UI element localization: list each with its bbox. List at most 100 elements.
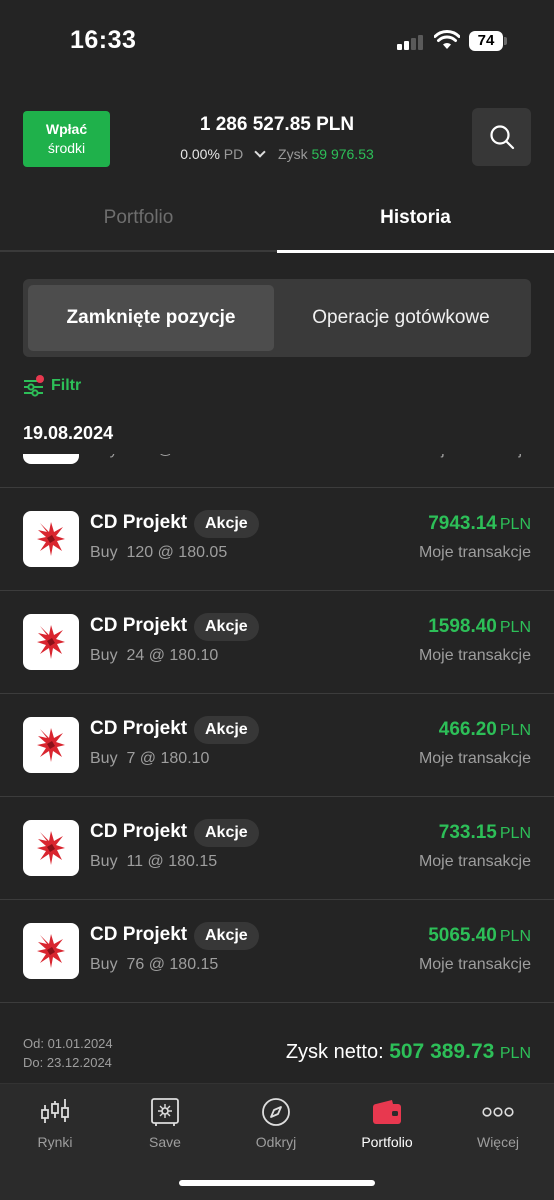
transaction-row[interactable]: CD Projekt Akcje Buy 24 @ 180.10 1598.40… bbox=[0, 591, 554, 694]
safe-icon bbox=[151, 1098, 179, 1126]
cd-projekt-logo bbox=[23, 717, 79, 773]
balance-summary[interactable]: 0.00% PD Zysk 59 976.53 bbox=[130, 146, 424, 162]
trade-detail: Buy 120 @ 180.05 bbox=[90, 544, 228, 561]
transaction-row[interactable]: CD Projekt Akcje Buy 120 @ 180.05 7943.1… bbox=[0, 488, 554, 591]
deposit-label-line1: Wpłać bbox=[45, 121, 88, 137]
trade-detail: Buy 130 @ 180.00 bbox=[90, 454, 227, 459]
nav-odkryj[interactable]: Odkryj bbox=[221, 1094, 331, 1150]
date-range: Od: 01.01.2024 Do: 23.12.2024 bbox=[23, 1034, 113, 1072]
asset-type-badge: Akcje bbox=[194, 922, 259, 950]
trade-source: Moje transakcje bbox=[419, 454, 531, 459]
view-tabs: Portfolio Historia bbox=[0, 190, 554, 253]
nav-wiecej[interactable]: Więcej bbox=[443, 1094, 553, 1150]
amount-currency: PLN bbox=[499, 825, 531, 842]
transaction-row[interactable]: CD Projekt Akcje Buy 11 @ 180.15 733.15 P… bbox=[0, 797, 554, 900]
net-profit: Zysk netto: 507 389.73 PLN bbox=[286, 1040, 531, 1064]
portfolio-header: Wpłać środki 1 286 527.85 PLN 0.00% PD Z… bbox=[0, 108, 554, 170]
cd-projekt-logo bbox=[23, 511, 79, 567]
more-icon bbox=[482, 1107, 514, 1117]
nav-label: Więcej bbox=[476, 1134, 519, 1150]
profit-value: 59 976.53 bbox=[311, 146, 374, 162]
instrument-name: CD Projekt bbox=[90, 821, 188, 842]
trade-detail: Buy 24 @ 180.10 bbox=[90, 647, 219, 664]
summary-bar: Od: 01.01.2024 Do: 23.12.2024 Zysk netto… bbox=[0, 1022, 554, 1082]
transactions-list[interactable]: CD Projekt Akcje Buy 130 @ 180.00 5831.1… bbox=[0, 454, 554, 1021]
nav-label: Odkryj bbox=[255, 1134, 297, 1150]
trade-amount: 733.15 PLN bbox=[439, 822, 531, 844]
trade-source: Moje transakcje bbox=[418, 750, 531, 767]
net-profit-value: 507 389.73 bbox=[389, 1040, 495, 1063]
transaction-row[interactable]: CD Projekt Akcje Buy 76 @ 180.15 5065.40… bbox=[0, 900, 554, 1003]
tab-portfolio[interactable]: Portfolio bbox=[0, 190, 277, 252]
filter-label: Filtr bbox=[51, 377, 82, 394]
transaction-row[interactable]: CD Projekt Akcje Buy 7 @ 180.10 466.20 PL… bbox=[0, 694, 554, 797]
status-time: 16:33 bbox=[70, 26, 137, 54]
instrument-name: CD Projekt bbox=[90, 615, 188, 636]
trade-source: Moje transakcje bbox=[418, 853, 531, 870]
amount-value: 733.15 bbox=[438, 822, 497, 843]
trade-amount: 466.20 PLN bbox=[439, 719, 531, 741]
asset-type-badge: Akcje bbox=[194, 613, 259, 641]
wallet-icon bbox=[373, 1100, 401, 1124]
segment-closed-positions[interactable]: Zamknięte pozycje bbox=[28, 285, 274, 351]
trade-source: Moje transakcje bbox=[418, 956, 531, 973]
deposit-label-line2: środki bbox=[47, 140, 86, 156]
amount-currency: PLN bbox=[499, 722, 531, 739]
amount-value: 7943.14 bbox=[428, 513, 497, 534]
amount-currency: PLN bbox=[499, 516, 531, 533]
net-profit-currency: PLN bbox=[499, 1045, 531, 1062]
amount-currency: PLN bbox=[499, 619, 531, 636]
nav-save[interactable]: Save bbox=[110, 1094, 220, 1150]
trade-amount: 5065.40 PLN bbox=[428, 925, 531, 947]
trade-detail: Buy 76 @ 180.15 bbox=[90, 956, 219, 973]
tab-historia[interactable]: Historia bbox=[277, 190, 554, 253]
compass-icon bbox=[262, 1098, 290, 1126]
cd-projekt-logo bbox=[23, 454, 79, 464]
home-indicator[interactable] bbox=[179, 1180, 375, 1186]
amount-value: 5065.40 bbox=[428, 925, 497, 946]
trade-detail: Buy 7 @ 180.10 bbox=[90, 750, 210, 767]
asset-type-badge: Akcje bbox=[194, 510, 259, 538]
cellular-signal-icon bbox=[397, 34, 427, 50]
candlestick-icon bbox=[41, 1099, 69, 1123]
trade-detail: Buy 11 @ 180.15 bbox=[90, 853, 218, 870]
asset-type-badge: Akcje bbox=[194, 716, 259, 744]
cd-projekt-logo bbox=[23, 614, 79, 670]
search-button[interactable] bbox=[472, 108, 531, 166]
history-segmented-control: Zamknięte pozycje Operacje gotówkowe bbox=[23, 279, 531, 357]
filter-icon bbox=[24, 375, 44, 397]
trade-source: Moje transakcje bbox=[418, 647, 531, 664]
net-profit-label: Zysk netto: bbox=[285, 1041, 384, 1063]
amount-value: 1598.40 bbox=[428, 616, 497, 637]
battery-icon: 74 bbox=[469, 31, 507, 51]
asset-type-badge: Akcje bbox=[194, 819, 259, 847]
date-from: Od: 01.01.2024 bbox=[23, 1036, 113, 1051]
nav-rynki[interactable]: Rynki bbox=[0, 1094, 110, 1150]
transaction-row[interactable]: CD Projekt Akcje Buy 130 @ 180.00 5831.1… bbox=[0, 454, 554, 488]
nav-portfolio[interactable]: Portfolio bbox=[332, 1094, 442, 1150]
total-balance: 1 286 527.85 PLN bbox=[199, 114, 355, 135]
instrument-name: CD Projekt bbox=[90, 924, 188, 945]
battery-level: 74 bbox=[469, 31, 503, 51]
search-icon bbox=[489, 125, 514, 150]
filter-button[interactable]: Filtr bbox=[23, 374, 81, 398]
change-percent: 0.00% bbox=[180, 146, 220, 162]
segment-cash-operations[interactable]: Operacje gotówkowe bbox=[278, 285, 524, 351]
profit-label: Zysk bbox=[278, 146, 308, 162]
cd-projekt-logo bbox=[23, 923, 79, 979]
status-bar: 16:33 74 bbox=[0, 0, 554, 84]
nav-label: Portfolio bbox=[361, 1134, 413, 1150]
chevron-down-icon[interactable] bbox=[254, 146, 266, 158]
date-to: Do: 23.12.2024 bbox=[23, 1055, 112, 1070]
cd-projekt-logo bbox=[23, 820, 79, 876]
nav-label: Save bbox=[149, 1134, 181, 1150]
trade-source: Moje transakcje bbox=[418, 544, 531, 561]
instrument-name: CD Projekt bbox=[90, 512, 188, 533]
date-header: 19.08.2024 bbox=[23, 423, 114, 443]
trade-amount: 7943.14 PLN bbox=[428, 513, 531, 535]
nav-label: Rynki bbox=[37, 1134, 73, 1150]
trade-amount: 1598.40 PLN bbox=[428, 616, 531, 638]
deposit-button[interactable]: Wpłać środki bbox=[23, 111, 110, 167]
instrument-name: CD Projekt bbox=[90, 718, 188, 739]
period-label: PD bbox=[223, 146, 244, 162]
